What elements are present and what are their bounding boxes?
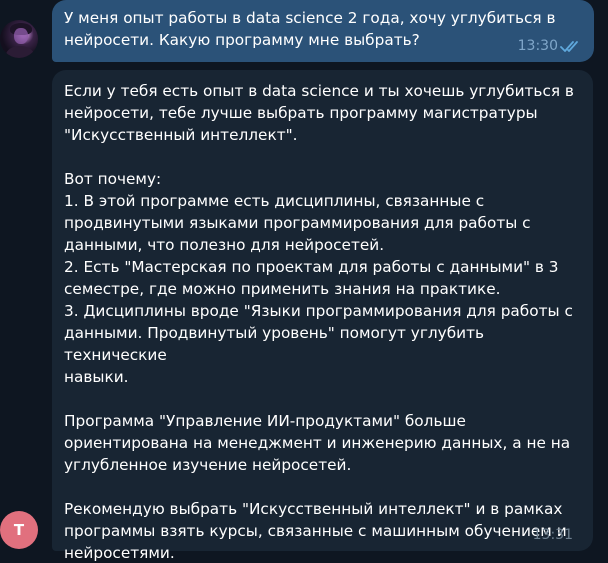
avatar-body	[6, 46, 34, 58]
bot-avatar-letter: T	[13, 521, 25, 539]
chat-area: У меня опыт работы в data science 2 года…	[0, 0, 608, 563]
incoming-message-text: Если у тебя есть опыт в data science и т…	[64, 82, 574, 562]
user-avatar[interactable]	[0, 20, 38, 58]
incoming-message-time: 13:31	[532, 527, 573, 543]
incoming-message-bubble[interactable]: Если у тебя есть опыт в data science и т…	[52, 70, 593, 562]
outgoing-message-text: У меня опыт работы в data science 2 года…	[64, 9, 556, 49]
outgoing-message-bubble[interactable]: У меня опыт работы в data science 2 года…	[52, 0, 594, 62]
double-check-icon	[560, 41, 578, 52]
avatar-face	[14, 28, 28, 44]
outgoing-message-time: 13:30	[517, 38, 558, 54]
bot-avatar[interactable]: T	[0, 511, 38, 549]
